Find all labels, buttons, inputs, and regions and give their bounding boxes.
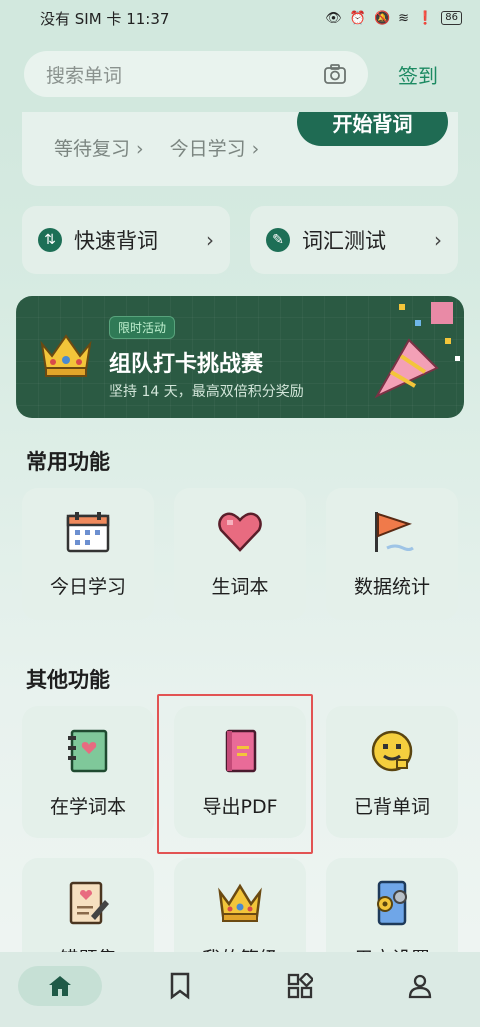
tile-learned-words[interactable]: 已背单词 xyxy=(326,706,458,838)
camera-icon[interactable] xyxy=(324,64,346,84)
tile-label: 导出PDF xyxy=(202,796,278,818)
other-functions-grid: 在学词本 导出PDF 已背单词 错题集 xyxy=(22,706,458,990)
vocab-test-button[interactable]: ✎ 词汇测试 › xyxy=(250,206,458,274)
crown-icon xyxy=(40,334,92,377)
calendar-icon xyxy=(66,512,110,553)
tile-label: 生词本 xyxy=(211,576,269,598)
status-carrier-time: 没有 SIM 卡 11:37 xyxy=(40,9,170,28)
alarm-icon: ⏰ xyxy=(349,10,366,26)
banner-subtitle: 坚持 14 天，最高双倍积分奖励 xyxy=(109,384,304,400)
alert-icon: ❗ xyxy=(417,10,434,26)
heart-icon xyxy=(218,512,262,552)
wifi-icon: ≋ xyxy=(398,10,410,26)
nav-home[interactable] xyxy=(18,965,102,1006)
user-icon xyxy=(408,974,432,998)
chevron-right-icon: › xyxy=(434,228,442,252)
tile-word-book[interactable]: 生词本 xyxy=(174,488,306,620)
wrench-icon: ✎ xyxy=(266,228,290,252)
shuffle-icon: ⇅ xyxy=(38,228,62,252)
mute-icon: 🔕 xyxy=(373,10,391,26)
event-banner[interactable]: 限时活动 组队打卡挑战赛 坚持 14 天，最高双倍积分奖励 xyxy=(16,296,464,418)
nav-wordbook[interactable] xyxy=(138,966,222,1006)
limited-event-tag: 限时活动 xyxy=(109,316,176,339)
smiley-icon xyxy=(371,730,413,772)
signin-button[interactable]: 签到 xyxy=(398,60,438,89)
common-functions-grid: 今日学习 生词本 数据统计 xyxy=(22,488,458,620)
nav-apps[interactable] xyxy=(258,966,342,1006)
bookmark-icon xyxy=(170,972,190,999)
tile-label: 数据统计 xyxy=(353,576,430,598)
tile-learning-book[interactable]: 在学词本 xyxy=(22,706,154,838)
chevron-right-icon: › xyxy=(206,228,214,252)
status-bar: 没有 SIM 卡 11:37 👁 ⏰ 🔕 ≋ ❗ 86 xyxy=(0,0,480,36)
today-link[interactable]: 今日学习 › xyxy=(170,134,260,161)
crown-icon xyxy=(218,883,262,922)
quick-actions: ⇅ 快速背词 › ✎ 词汇测试 › xyxy=(22,206,458,274)
home-icon xyxy=(49,975,71,996)
eye-icon: 👁 xyxy=(325,10,342,26)
battery-icon: 86 xyxy=(441,11,462,25)
tile-today-study[interactable]: 今日学习 xyxy=(22,488,154,620)
tile-label: 今日学习 xyxy=(49,576,126,598)
top-bar: 搜索单词 签到 xyxy=(0,36,480,112)
party-popper-icon xyxy=(374,302,460,399)
bottom-nav xyxy=(0,952,480,1027)
banner-title: 组队打卡挑战赛 xyxy=(109,352,264,377)
tile-label: 在学词本 xyxy=(49,796,126,818)
review-link[interactable]: 等待复习 › xyxy=(54,134,144,161)
search-placeholder: 搜索单词 xyxy=(46,64,123,87)
status-icons: 👁 ⏰ 🔕 ≋ ❗ 86 xyxy=(325,11,462,26)
quick-study-label: 快速背词 xyxy=(74,229,158,253)
tile-statistics[interactable]: 数据统计 xyxy=(326,488,458,620)
tile-export-pdf[interactable]: 导出PDF xyxy=(174,706,306,838)
tile-label: 已背单词 xyxy=(353,796,430,818)
vocab-test-label: 词汇测试 xyxy=(302,229,386,253)
document-pen-icon xyxy=(69,881,109,925)
apps-icon xyxy=(287,972,313,998)
search-input[interactable]: 搜索单词 xyxy=(24,51,368,97)
book-export-icon xyxy=(225,729,257,773)
quick-study-button[interactable]: ⇅ 快速背词 › xyxy=(22,206,230,274)
other-functions-title: 其他功能 xyxy=(26,668,110,692)
nav-profile[interactable] xyxy=(378,966,462,1006)
notebook-icon xyxy=(68,729,108,773)
flag-icon xyxy=(375,512,414,552)
common-functions-title: 常用功能 xyxy=(26,450,110,474)
gear-phone-icon xyxy=(377,880,407,926)
